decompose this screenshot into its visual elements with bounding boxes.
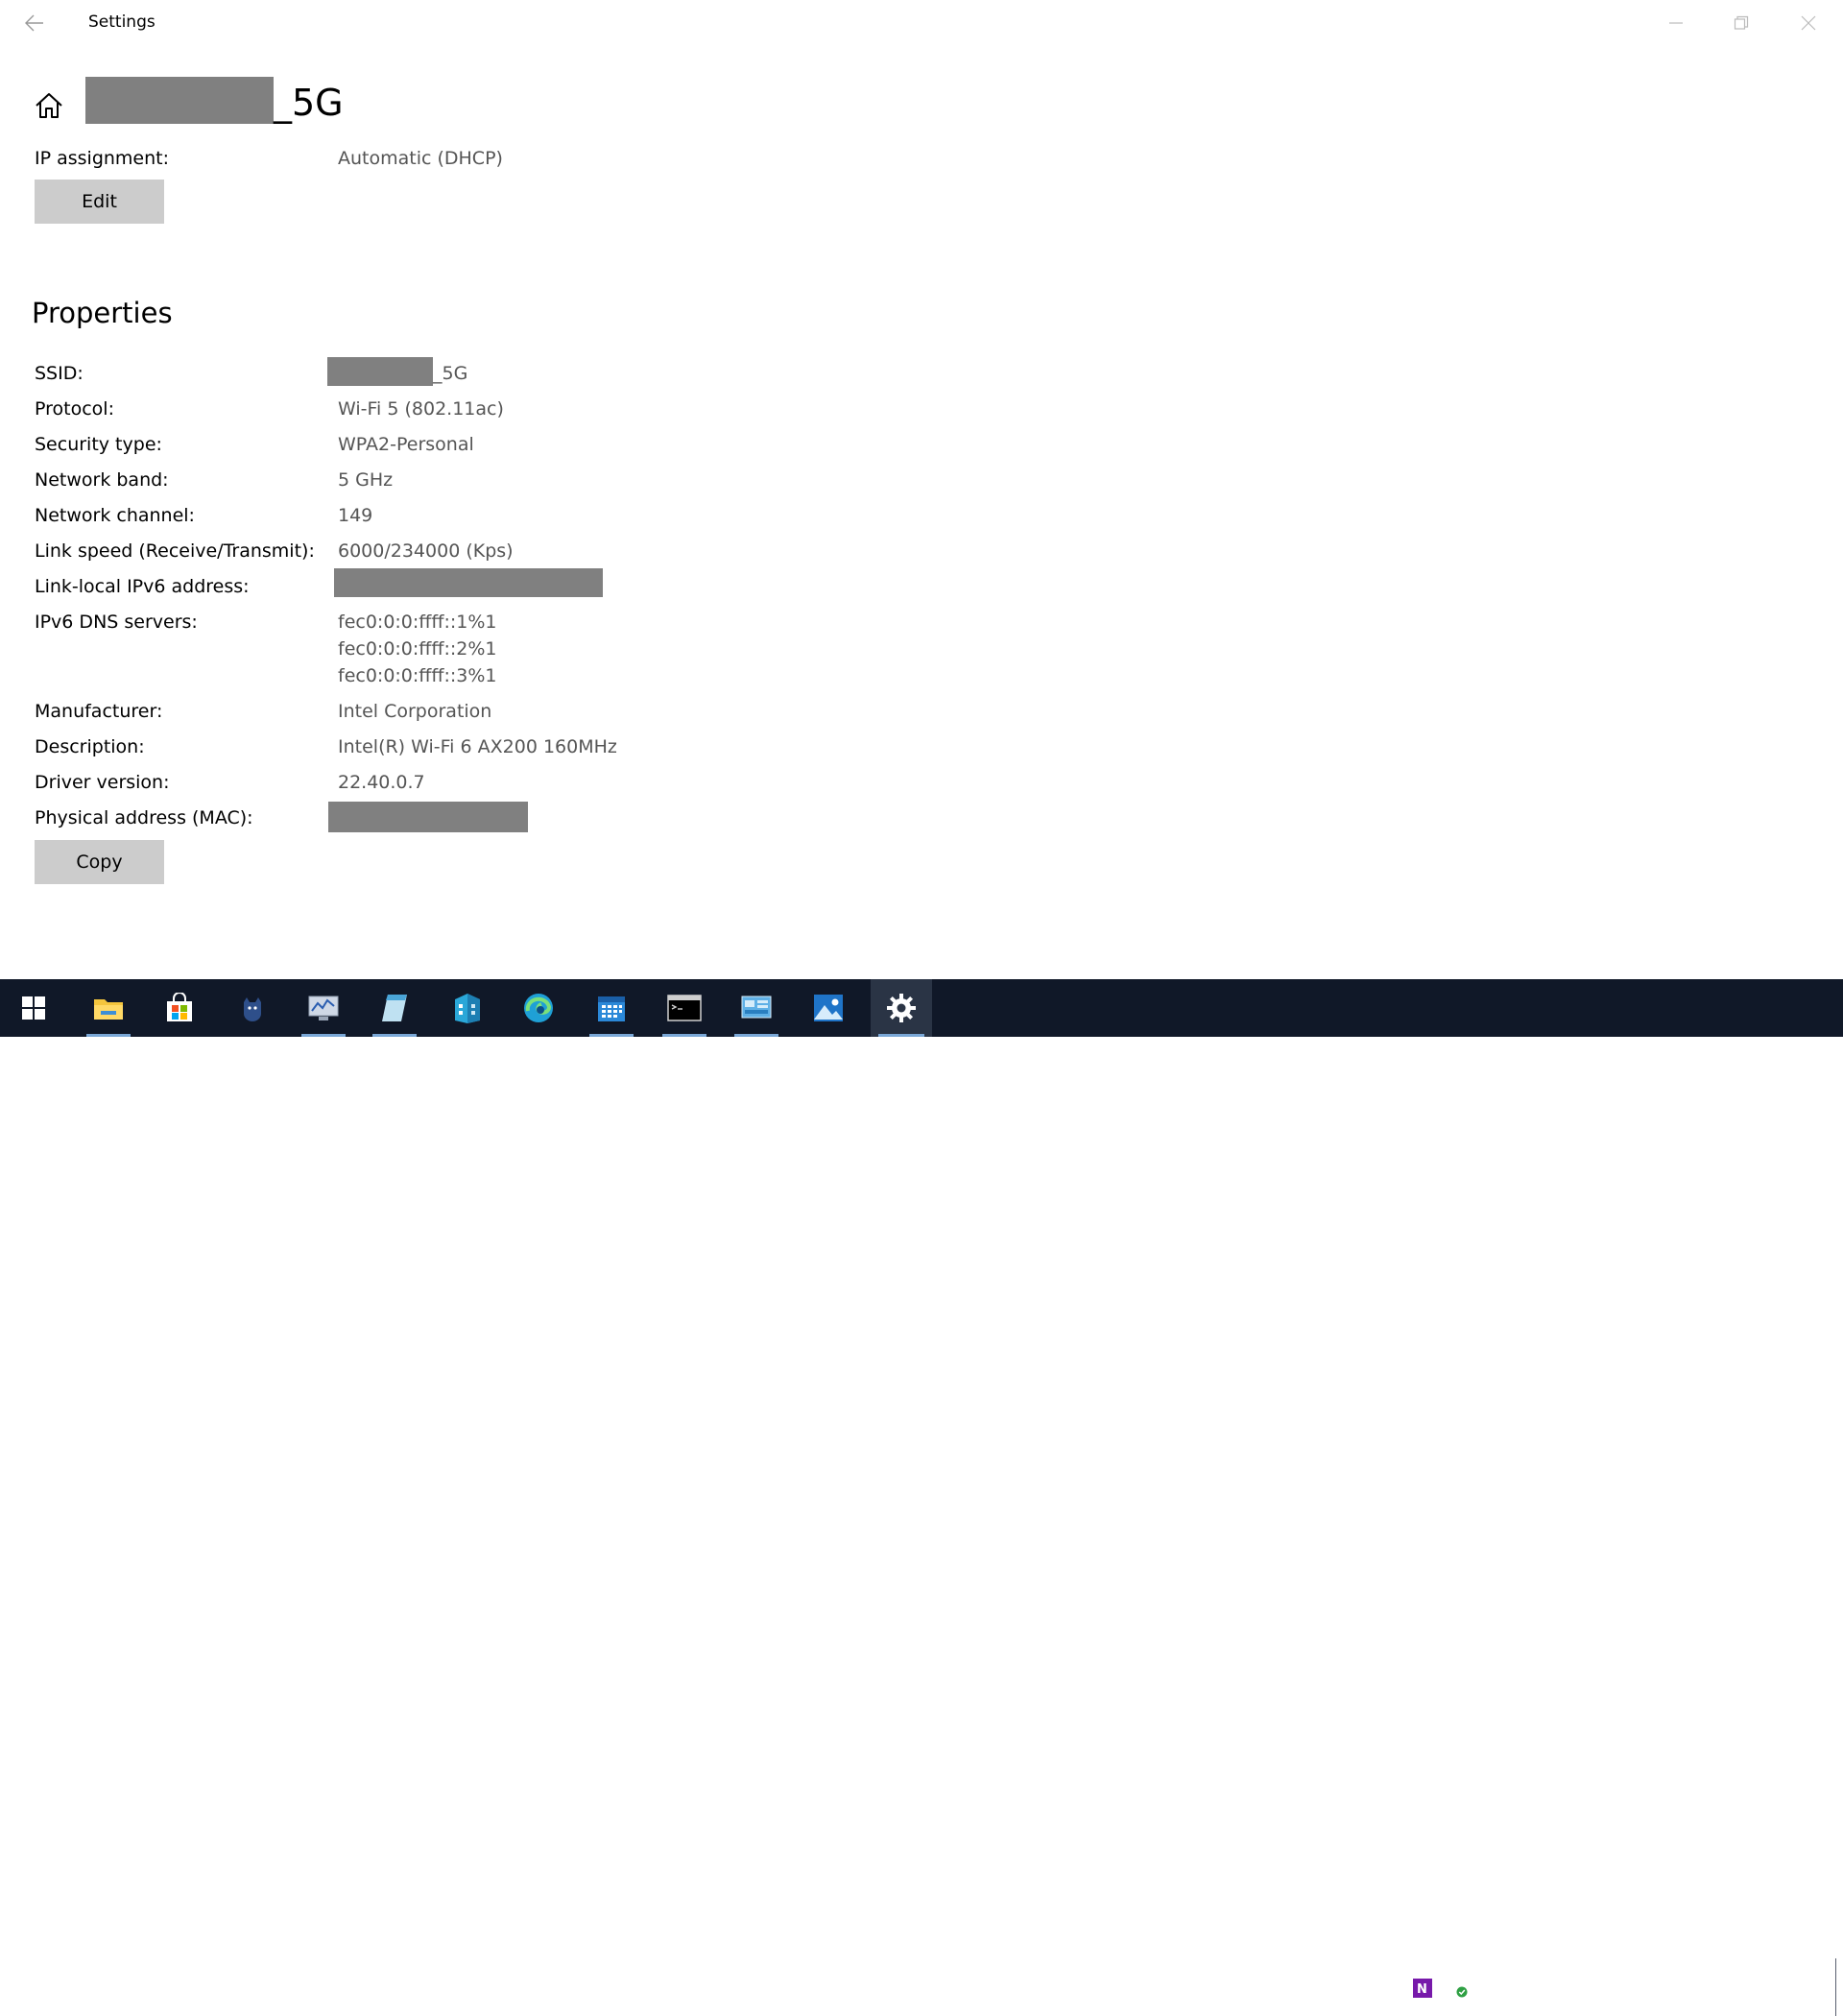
battery-icon	[1481, 1981, 1503, 1995]
manufacturer-value: Intel Corporation	[338, 701, 492, 722]
taskbar-resource-monitor[interactable]	[294, 979, 353, 1037]
back-button[interactable]	[12, 4, 58, 42]
manufacturer-label: Manufacturer:	[35, 701, 163, 722]
tray-security[interactable]	[1447, 1978, 1470, 1999]
onenote-icon: N	[1413, 1979, 1432, 1998]
ipv6-dns-server-2: fec0:0:0:ffff::2%1	[338, 638, 497, 660]
restore-icon	[1734, 15, 1749, 30]
settings-gear-icon	[887, 994, 916, 1022]
back-arrow-icon	[25, 14, 43, 32]
restore-button[interactable]	[1709, 0, 1774, 46]
notification-icon	[1782, 1978, 1805, 2000]
edit-button[interactable]: Edit	[35, 180, 164, 224]
security-type-value: WPA2-Personal	[338, 434, 474, 455]
settings-window: Settings _5G IP assignment: Automatic (D…	[0, 0, 1843, 979]
page-title: _5G	[274, 82, 344, 124]
ipv6-dns-server-1: fec0:0:0:ffff::1%1	[338, 612, 497, 633]
control-panel-icon	[741, 996, 772, 1019]
show-hidden-icons-button[interactable]	[1376, 1978, 1400, 1999]
start-button[interactable]	[4, 979, 63, 1037]
building-app-icon	[455, 994, 480, 1023]
protocol-value: Wi-Fi 5 (802.11ac)	[338, 398, 504, 420]
mac-address-label: Physical address (MAC):	[35, 807, 253, 828]
taskbar-edge[interactable]	[509, 979, 568, 1037]
calendar-icon	[598, 996, 625, 1021]
taskbar-calendar[interactable]	[582, 979, 641, 1037]
file-explorer-icon	[94, 999, 123, 1020]
ipv6-dns-server-3: fec0:0:0:ffff::3%1	[338, 665, 497, 686]
network-channel-label: Network channel:	[35, 505, 195, 526]
description-label: Description:	[35, 736, 145, 757]
tray-tablet-mode[interactable]	[1550, 1978, 1573, 1999]
driver-version-label: Driver version:	[35, 772, 170, 793]
properties-heading: Properties	[32, 297, 173, 329]
taskbar: N ENG 12:18 PM 7/10/2021	[0, 979, 1843, 2016]
ipv6-dns-values: fec0:0:0:ffff::1%1 fec0:0:0:ffff::2%1 fe…	[338, 609, 497, 689]
link-local-ipv6-redaction	[334, 568, 603, 597]
ssid-label: SSID:	[35, 363, 84, 384]
ip-assignment-value: Automatic (DHCP)	[338, 148, 503, 169]
taskbar-control-panel[interactable]	[727, 979, 786, 1037]
minimize-icon	[1669, 22, 1683, 24]
description-value: Intel(R) Wi-Fi 6 AX200 160MHz	[338, 736, 617, 757]
chevron-up-icon	[1379, 1983, 1397, 1993]
tray-network[interactable]	[1516, 1978, 1539, 1999]
ip-assignment-label: IP assignment:	[35, 148, 170, 169]
link-speed-label: Link speed (Receive/Transmit):	[35, 540, 315, 562]
command-prompt-icon	[667, 995, 702, 1021]
photos-icon	[814, 995, 843, 1021]
copy-button[interactable]: Copy	[35, 840, 164, 884]
show-desktop-button[interactable]	[1835, 1958, 1843, 2016]
ssid-redaction	[327, 357, 433, 386]
taskbar-photos[interactable]	[799, 979, 858, 1037]
speaker-icon	[1586, 1979, 1606, 1998]
taskbar-store[interactable]	[150, 979, 209, 1037]
resource-monitor-icon	[308, 996, 339, 1020]
taskbar-file-explorer[interactable]	[79, 979, 138, 1037]
tray-battery[interactable]	[1481, 1978, 1504, 1999]
notepad-icon	[382, 995, 407, 1021]
driver-version-value: 22.40.0.7	[338, 772, 425, 793]
input-language-indicator[interactable]: ENG	[1622, 1976, 1655, 1999]
network-band-value: 5 GHz	[338, 469, 394, 491]
link-speed-value: 6000/234000 (Kps)	[338, 540, 514, 562]
link-local-ipv6-label: Link-local IPv6 address:	[35, 576, 250, 597]
taskbar-command-prompt[interactable]	[655, 979, 714, 1037]
clock-time: 12:18 PM	[1680, 1965, 1753, 1983]
cat-app-icon	[244, 997, 261, 1021]
edge-icon	[524, 994, 553, 1022]
protocol-label: Protocol:	[35, 398, 114, 420]
tray-volume[interactable]	[1585, 1978, 1608, 1999]
microsoft-store-icon	[167, 993, 192, 1021]
network-name-redaction	[85, 77, 274, 124]
taskbar-settings[interactable]	[871, 979, 932, 1037]
svg-text:N: N	[1417, 1982, 1427, 1997]
clock-date: 7/10/2021	[1676, 1990, 1757, 2008]
action-center-button[interactable]	[1778, 1974, 1808, 2003]
security-type-label: Security type:	[35, 434, 162, 455]
home-icon[interactable]	[33, 89, 65, 122]
network-channel-value: 149	[338, 505, 373, 526]
taskbar-clock[interactable]: 12:18 PM 7/10/2021	[1670, 1962, 1762, 2012]
taskbar-notepad[interactable]	[365, 979, 424, 1037]
start-icon	[22, 996, 45, 1020]
window-title: Settings	[88, 12, 156, 32]
tablet-icon	[1553, 1978, 1570, 1997]
ipv6-dns-label: IPv6 DNS servers:	[35, 612, 198, 633]
close-icon	[1801, 15, 1816, 31]
minimize-button[interactable]	[1643, 0, 1709, 46]
globe-network-icon	[1517, 1978, 1538, 1999]
close-button[interactable]	[1776, 0, 1841, 46]
taskbar-building-app[interactable]	[438, 979, 497, 1037]
title-bar: Settings	[0, 0, 1843, 46]
network-band-label: Network band:	[35, 469, 169, 491]
windows-security-icon	[1449, 1978, 1468, 1999]
taskbar-cat-app[interactable]	[223, 979, 282, 1037]
ssid-value: _5G	[433, 363, 468, 384]
mac-address-redaction	[328, 802, 528, 832]
tray-onenote[interactable]: N	[1411, 1978, 1434, 1999]
